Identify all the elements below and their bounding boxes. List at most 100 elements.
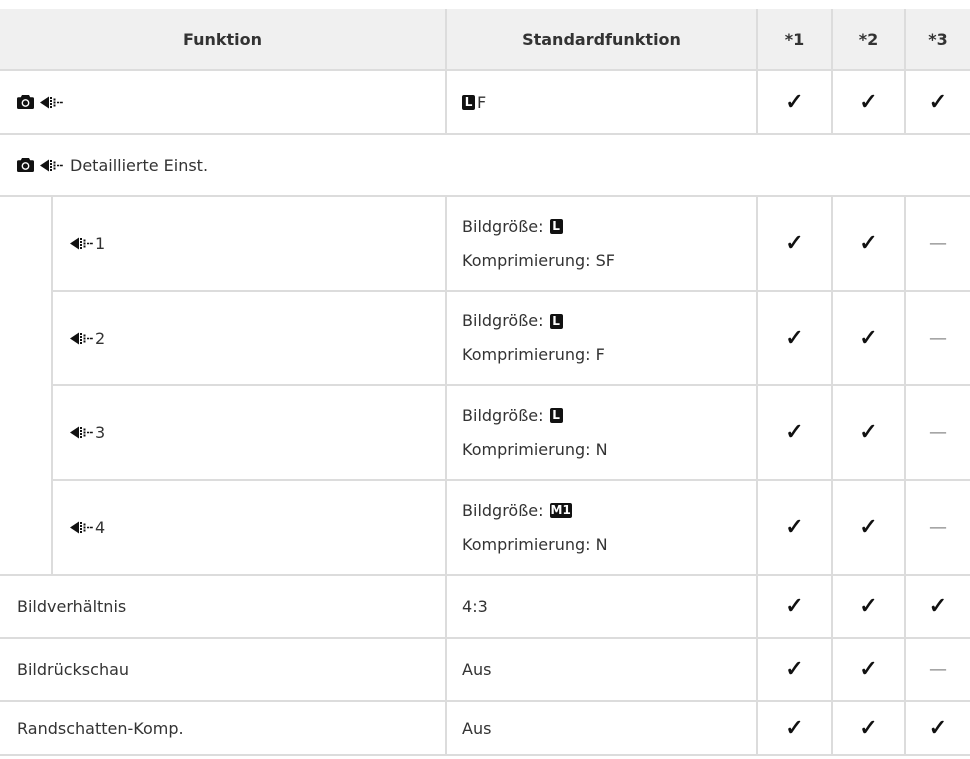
compression-value: Komprimierung: F	[462, 345, 605, 364]
image-quality-icon	[70, 332, 93, 345]
section-heading: Detaillierte Einst.	[70, 155, 209, 175]
table-row: LF ✓ ✓ ✓	[0, 69, 970, 135]
header-col-1: *1	[756, 9, 834, 71]
header-default: Standardfunktion	[445, 9, 759, 71]
dash-mark: —	[929, 517, 948, 538]
check-mark: ✓	[785, 515, 804, 541]
quality-number: 2	[95, 328, 106, 348]
check-mark: ✓	[859, 89, 878, 115]
dash-mark: —	[929, 233, 948, 254]
mark-cell: ✓	[831, 637, 907, 702]
size-badge: M1	[549, 503, 572, 518]
check-mark: ✓	[928, 594, 948, 620]
quality-number: 3	[95, 423, 106, 442]
mark-cell: —	[904, 637, 970, 702]
camera-icon	[17, 158, 34, 172]
size-badge: L	[549, 408, 563, 423]
mark-cell: ✓	[831, 700, 907, 756]
mark-cell: ✓	[756, 69, 834, 135]
size-label: Bildgröße:	[462, 405, 544, 425]
quality-number: 4	[95, 518, 106, 537]
default-cell: Aus	[445, 637, 759, 702]
default-cell: Bildgröße: L Komprimierung: F	[445, 290, 759, 386]
mark-cell: ✓	[756, 290, 834, 386]
mark-cell: ✓	[831, 479, 907, 576]
check-mark: ✓	[859, 515, 878, 541]
function-cell: Randschatten-Komp.	[0, 700, 448, 756]
camera-icon	[17, 95, 34, 109]
mark-cell: ✓	[904, 69, 970, 135]
default-cell: Bildgröße: L Komprimierung: N	[445, 384, 759, 481]
check-mark: ✓	[785, 657, 804, 683]
mark-cell: ✓	[831, 195, 907, 292]
settings-table: Funktion Standardfunktion *1 *2 *3 LF ✓ …	[0, 9, 970, 756]
table-row: Detaillierte Einst.	[0, 133, 970, 197]
function-cell: 1	[50, 195, 448, 292]
check-mark: ✓	[859, 420, 878, 446]
check-mark: ✓	[785, 325, 804, 351]
image-quality-icon	[40, 159, 63, 172]
mark-cell: —	[904, 290, 970, 386]
table-row: Randschatten-Komp. Aus ✓ ✓ ✓	[0, 700, 970, 756]
compression-value: F	[477, 92, 487, 112]
header-col-3: *3	[904, 9, 970, 71]
indent-cell	[0, 195, 53, 576]
mark-cell: —	[904, 384, 970, 481]
check-mark: ✓	[928, 715, 948, 741]
default-cell: 4:3	[445, 574, 759, 639]
table-header-row: Funktion Standardfunktion *1 *2 *3	[0, 9, 970, 71]
mark-cell: ✓	[904, 574, 970, 639]
dash-mark: —	[929, 659, 948, 680]
default-cell: Aus	[445, 700, 759, 756]
check-mark: ✓	[785, 89, 804, 115]
size-label: Bildgröße:	[462, 216, 544, 236]
image-quality-icon	[70, 237, 93, 250]
section-heading-cell: Detaillierte Einst.	[0, 133, 970, 197]
table-row: 1 Bildgröße: L Komprimierung: SF ✓ ✓ —	[0, 195, 970, 576]
function-cell: 4	[50, 479, 448, 576]
dash-mark: —	[929, 327, 948, 349]
table-row: Bildverhältnis 4:3 ✓ ✓ ✓	[0, 574, 970, 639]
quality-number: 1	[95, 234, 106, 253]
check-mark: ✓	[785, 420, 804, 446]
size-badge: L	[549, 313, 563, 329]
size-label: Bildgröße:	[462, 500, 544, 520]
size-label: Bildgröße:	[462, 311, 544, 330]
mark-cell: —	[904, 479, 970, 576]
header-function: Funktion	[0, 9, 448, 71]
table-row: 3 Bildgröße: L Komprimierung: N ✓ ✓ —	[0, 384, 970, 481]
mark-cell: ✓	[756, 574, 834, 639]
table-row: Bildrückschau Aus ✓ ✓ —	[0, 637, 970, 702]
mark-cell: ✓	[756, 384, 834, 481]
mark-cell: ✓	[831, 69, 907, 135]
check-mark: ✓	[785, 715, 804, 741]
function-cell: 2	[50, 290, 448, 386]
compression-value: Komprimierung: N	[462, 534, 608, 554]
mark-cell: ✓	[756, 637, 834, 702]
size-badge: L	[549, 219, 563, 234]
check-mark: ✓	[928, 89, 948, 115]
header-col-2: *2	[831, 9, 907, 71]
mark-cell: ✓	[756, 195, 834, 292]
compression-value: Komprimierung: SF	[462, 250, 615, 270]
mark-cell: ✓	[831, 384, 907, 481]
mark-cell: ✓	[904, 700, 970, 756]
function-cell	[0, 69, 448, 135]
function-cell: 3	[50, 384, 448, 481]
table-row: 4 Bildgröße: M1 Komprimierung: N ✓ ✓ —	[0, 479, 970, 576]
compression-value: Komprimierung: N	[462, 439, 608, 459]
check-mark: ✓	[859, 715, 878, 741]
default-cell: Bildgröße: L Komprimierung: SF	[445, 195, 759, 292]
mark-cell: —	[904, 195, 970, 292]
image-quality-icon	[70, 426, 93, 439]
table-row: 2 Bildgröße: L Komprimierung: F ✓ ✓ —	[0, 290, 970, 386]
size-badge: L	[462, 94, 476, 110]
check-mark: ✓	[859, 657, 878, 683]
image-quality-icon	[40, 96, 63, 109]
function-cell: Bildverhältnis	[0, 574, 448, 639]
check-mark: ✓	[859, 594, 878, 620]
image-quality-icon	[70, 521, 93, 534]
mark-cell: ✓	[831, 574, 907, 639]
dash-mark: —	[929, 422, 948, 443]
mark-cell: ✓	[831, 290, 907, 386]
